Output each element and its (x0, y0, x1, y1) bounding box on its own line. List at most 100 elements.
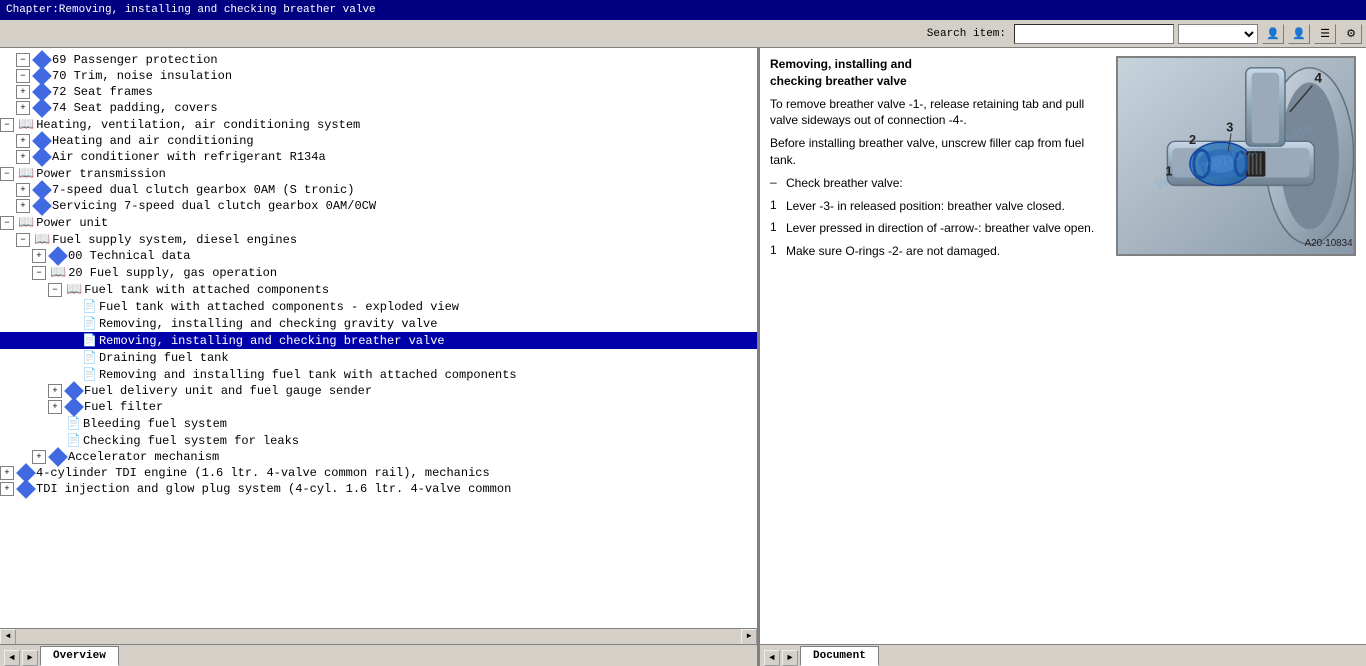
tree-toggle[interactable]: − (16, 69, 30, 83)
diamond-icon (32, 98, 52, 118)
tree-toggle[interactable]: + (32, 249, 46, 263)
doc-icon: 📄 (66, 433, 81, 448)
scroll-right-btn[interactable]: ► (741, 629, 757, 645)
tree-toggle[interactable]: + (16, 134, 30, 148)
left-nav-prev[interactable]: ◄ (4, 650, 20, 666)
technical-diagram: 4 (1116, 56, 1356, 256)
tree-label: Fuel filter (84, 400, 163, 414)
tree-label: Power unit (36, 216, 108, 230)
search-input[interactable] (1014, 24, 1174, 44)
doc-icon: 📄 (82, 350, 97, 365)
tree-item-8[interactable]: −📖Power transmission (0, 165, 757, 182)
tree-toggle[interactable]: + (16, 101, 30, 115)
tree-item-10[interactable]: +Servicing 7-speed dual clutch gearbox 0… (0, 198, 757, 214)
tree-item-17[interactable]: 📄Removing, installing and checking gravi… (0, 315, 757, 332)
tab-overview[interactable]: Overview (40, 646, 119, 666)
book-icon: 📖 (18, 117, 34, 132)
tree-item-19[interactable]: 📄Draining fuel tank (0, 349, 757, 366)
tree-toggle[interactable]: − (16, 53, 30, 67)
tree-label: Accelerator mechanism (68, 450, 219, 464)
tree-toggle[interactable]: − (0, 167, 14, 181)
tree-item-16[interactable]: 📄Fuel tank with attached components - ex… (0, 298, 757, 315)
tree-label: Fuel delivery unit and fuel gauge sender (84, 384, 372, 398)
scroll-track[interactable] (16, 629, 741, 644)
main-content: −69 Passenger protection−70 Trim, noise … (0, 48, 1366, 666)
tree-toggle[interactable]: − (32, 266, 46, 280)
search-select[interactable] (1178, 24, 1258, 44)
tree-toggle[interactable]: − (0, 216, 14, 230)
book-icon: 📖 (18, 166, 34, 181)
diamond-icon (16, 479, 36, 499)
tree-item-9[interactable]: +7-speed dual clutch gearbox 0AM (S tron… (0, 182, 757, 198)
tree-item-11[interactable]: −📖Power unit (0, 214, 757, 231)
tree-area[interactable]: −69 Passenger protection−70 Trim, noise … (0, 48, 757, 628)
book-icon: 📖 (34, 232, 50, 247)
tree-toggle[interactable]: + (16, 183, 30, 197)
scroll-left-btn[interactable]: ◄ (0, 629, 16, 645)
tree-item-2[interactable]: −70 Trim, noise insulation (0, 68, 757, 84)
tree-toggle[interactable]: + (0, 482, 14, 496)
tree-item-27[interactable]: + TDI injection and glow plug system (4-c… (0, 481, 757, 497)
book-icon: 📖 (18, 215, 34, 230)
tree-item-26[interactable]: +4-cylinder TDI engine (1.6 ltr. 4-valve… (0, 465, 757, 481)
settings-icon[interactable]: ⚙ (1340, 24, 1362, 44)
tree-item-22[interactable]: + Fuel filter (0, 399, 757, 415)
tree-label: Bleeding fuel system (83, 417, 227, 431)
tree-toggle[interactable]: + (16, 199, 30, 213)
tree-toggle[interactable]: + (48, 384, 62, 398)
tree-item-3[interactable]: +72 Seat frames (0, 84, 757, 100)
tree-label: Heating and air conditioning (52, 134, 254, 148)
tree-label: TDI injection and glow plug system (4-cy… (36, 482, 511, 496)
tab-document[interactable]: Document (800, 646, 879, 666)
tree-item-20[interactable]: 📄Removing and installing fuel tank with … (0, 366, 757, 383)
tree-item-18[interactable]: 📄Removing, installing and checking breat… (0, 332, 757, 349)
horizontal-scrollbar[interactable]: ◄ ► (0, 628, 757, 644)
right-nav-prev[interactable]: ◄ (764, 650, 780, 666)
tree-item-5[interactable]: −📖Heating, ventilation, air conditioning… (0, 116, 757, 133)
tree-item-25[interactable]: + Accelerator mechanism (0, 449, 757, 465)
left-panel: −69 Passenger protection−70 Trim, noise … (0, 48, 760, 666)
tree-item-15[interactable]: −📖Fuel tank with attached components (0, 281, 757, 298)
tree-toggle[interactable]: − (0, 118, 14, 132)
tree-item-13[interactable]: +00 Technical data (0, 248, 757, 264)
para-1: Before installing breather valve, unscre… (770, 135, 1108, 169)
book-icon: 📖 (66, 282, 82, 297)
right-panel: Removing, installing andchecking breathe… (760, 48, 1366, 666)
tree-item-4[interactable]: +74 Seat padding, covers (0, 100, 757, 116)
right-nav-next[interactable]: ► (782, 650, 798, 666)
content-title: Removing, installing andchecking breathe… (770, 56, 1108, 90)
search-user-icon[interactable]: 👤 (1262, 24, 1284, 44)
menu-icon[interactable]: ☰ (1314, 24, 1336, 44)
tree-label: Removing, installing and checking gravit… (99, 317, 437, 331)
tree-toggle[interactable]: + (16, 85, 30, 99)
tree-toggle[interactable]: + (48, 400, 62, 414)
tree-item-21[interactable]: + Fuel delivery unit and fuel gauge sende… (0, 383, 757, 399)
tree-item-7[interactable]: +Air conditioner with refrigerant R134a (0, 149, 757, 165)
tree-item-12[interactable]: −📖Fuel supply system, diesel engines (0, 231, 757, 248)
tree-item-6[interactable]: + Heating and air conditioning (0, 133, 757, 149)
para-2: 1 Lever -3- in released position: breath… (770, 198, 1108, 215)
tree-toggle[interactable]: + (16, 150, 30, 164)
svg-text:A20-10834: A20-10834 (1305, 238, 1353, 249)
tree-toggle[interactable]: − (16, 233, 30, 247)
tree-toggle[interactable]: + (0, 466, 14, 480)
tree-item-24[interactable]: 📄Checking fuel system for leaks (0, 432, 757, 449)
tree-toggle[interactable]: − (48, 283, 62, 297)
para-4: 1 Make sure O-rings -2- are not damaged. (770, 243, 1108, 260)
tree-label: Removing and installing fuel tank with a… (99, 368, 517, 382)
search-user2-icon[interactable]: 👤 (1288, 24, 1310, 44)
tree-label: Checking fuel system for leaks (83, 434, 299, 448)
para-0: To remove breather valve -1-, release re… (770, 96, 1108, 130)
tree-label: 20 Fuel supply, gas operation (68, 266, 277, 280)
tree-label: Fuel tank with attached components (84, 283, 329, 297)
tree-label: 00 Technical data (68, 249, 190, 263)
tree-label: Fuel supply system, diesel engines (52, 233, 297, 247)
image-section: 4 (1116, 56, 1356, 266)
tree-item-14[interactable]: −📖20 Fuel supply, gas operation (0, 264, 757, 281)
left-nav-next[interactable]: ► (22, 650, 38, 666)
tree-toggle[interactable]: + (32, 450, 46, 464)
tree-item-1[interactable]: −69 Passenger protection (0, 52, 757, 68)
title-bar-text: Chapter:Removing, installing and checkin… (6, 4, 376, 16)
title-bar: Chapter:Removing, installing and checkin… (0, 0, 1366, 20)
tree-item-23[interactable]: 📄Bleeding fuel system (0, 415, 757, 432)
